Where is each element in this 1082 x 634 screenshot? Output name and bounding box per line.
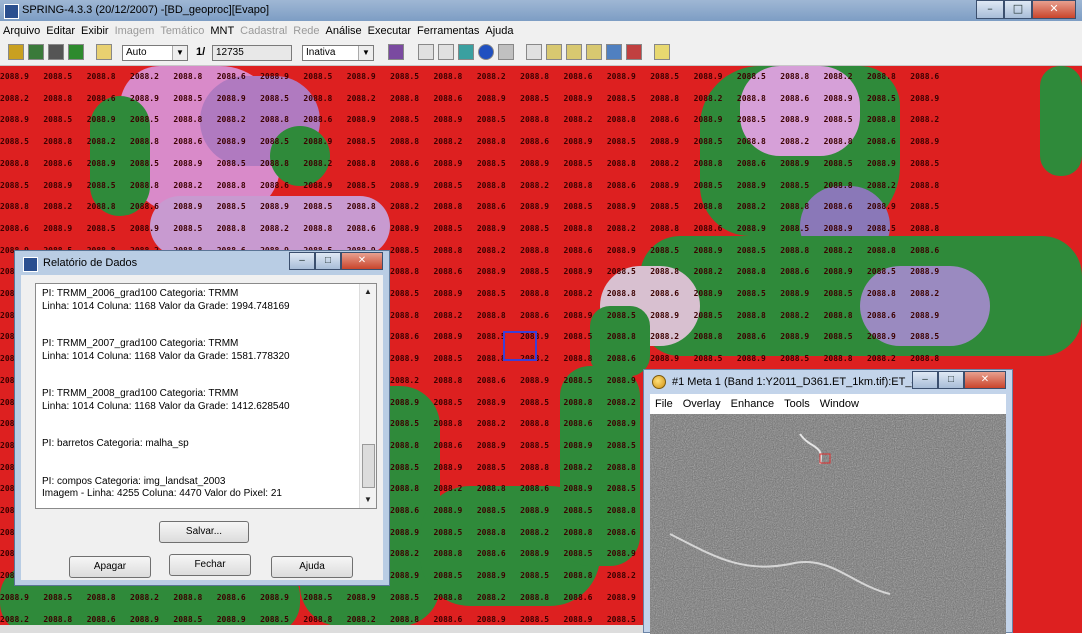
- dialog-body: PI: TRMM_2006_grad100 Categoria: TRMM Li…: [21, 275, 383, 580]
- layers-icon[interactable]: [28, 44, 44, 60]
- viewer-menu-bar: File Overlay Enhance Tools Window: [650, 394, 1006, 414]
- window-title: SPRING-4.3.3 (20/12/2007) -[BD_geoproc][…: [22, 4, 270, 16]
- stack-icon[interactable]: [48, 44, 64, 60]
- close-button[interactable]: ✕: [964, 371, 1006, 389]
- data-report-dialog: Relatório de Dados – □ ✕ PI: TRMM_2006_g…: [14, 250, 390, 586]
- scale-value: 12735: [216, 47, 244, 58]
- menu-cadastral[interactable]: Cadastral: [237, 25, 290, 37]
- status-value: Inativa: [306, 47, 336, 58]
- menu-analise[interactable]: Análise: [323, 25, 365, 37]
- report-scrollbar[interactable]: ▲ ▼: [359, 284, 376, 508]
- dialog-controls: – □ ✕: [289, 252, 383, 270]
- add-icon[interactable]: [438, 44, 454, 60]
- close-button[interactable]: ✕: [341, 252, 383, 270]
- menu-rede[interactable]: Rede: [290, 25, 322, 37]
- scroll-thumb[interactable]: [362, 444, 375, 488]
- save-button[interactable]: Salvar...: [159, 521, 249, 543]
- spring-app-icon: [23, 257, 38, 272]
- pointer-icon[interactable]: [498, 44, 514, 60]
- pan-icon[interactable]: [626, 44, 642, 60]
- scale-input[interactable]: 12735: [212, 45, 292, 61]
- scroll-down-icon[interactable]: ▼: [360, 492, 376, 508]
- cursor-icon[interactable]: [418, 44, 434, 60]
- viewer-menu-window[interactable]: Window: [815, 398, 864, 410]
- close-dialog-button[interactable]: Fechar: [169, 554, 251, 576]
- map-icon[interactable]: [96, 44, 112, 60]
- maximize-button[interactable]: □: [938, 371, 964, 389]
- clear-button[interactable]: Apagar: [69, 556, 151, 578]
- scale-prefix: 1/: [196, 46, 206, 58]
- maximize-button[interactable]: □: [315, 252, 341, 270]
- viewer-menu-tools[interactable]: Tools: [779, 398, 815, 410]
- viewer-menu-enhance[interactable]: Enhance: [726, 398, 779, 410]
- chevron-down-icon: ▼: [358, 46, 373, 60]
- viewer-title: #1 Meta 1 (Band 1:Y2011_D361.ET_1km.tif)…: [672, 376, 940, 388]
- menu-ajuda[interactable]: Ajuda: [482, 25, 516, 37]
- raster-image-graphic: [650, 414, 1006, 634]
- toolbar: Auto ▼ 1/ 12735 Inativa ▼: [0, 41, 1082, 66]
- menu-editar[interactable]: Editar: [43, 25, 78, 37]
- dialog-title: Relatório de Dados: [43, 257, 138, 269]
- help-button[interactable]: Ajuda: [271, 556, 353, 578]
- viewer-controls: – □ ✕: [912, 371, 1006, 389]
- minimize-button[interactable]: –: [289, 252, 315, 270]
- menu-bar: Arquivo Editar Exibir Imagem Temático MN…: [0, 21, 1082, 41]
- minimize-button[interactable]: –: [912, 371, 938, 389]
- move-icon[interactable]: [458, 44, 474, 60]
- menu-tematico[interactable]: Temático: [157, 25, 207, 37]
- minimize-button[interactable]: –: [976, 0, 1004, 19]
- main-titlebar: SPRING-4.3.3 (20/12/2007) -[BD_geoproc][…: [0, 0, 1082, 21]
- maximize-button[interactable]: □: [1004, 0, 1032, 19]
- chevron-down-icon: ▼: [172, 46, 187, 60]
- spring-app-icon: [4, 4, 19, 19]
- close-button[interactable]: ✕: [1032, 0, 1076, 19]
- status-strip: [0, 625, 643, 633]
- zoom-area-icon[interactable]: [586, 44, 602, 60]
- selected-cell-marker: [503, 331, 537, 361]
- viewer-menu-overlay[interactable]: Overlay: [678, 398, 726, 410]
- envi-app-icon: [652, 375, 666, 389]
- menu-imagem[interactable]: Imagem: [112, 25, 158, 37]
- help-icon[interactable]: [654, 44, 670, 60]
- paint-icon[interactable]: [68, 44, 84, 60]
- zoom-in-icon[interactable]: [546, 44, 562, 60]
- menu-mnt[interactable]: MNT: [207, 25, 237, 37]
- window-controls: – □ ✕: [976, 0, 1076, 19]
- status-select[interactable]: Inativa ▼: [302, 45, 374, 61]
- zoom-mode-value: Auto: [126, 47, 147, 58]
- menu-executar[interactable]: Executar: [365, 25, 414, 37]
- zoom-out-icon[interactable]: [566, 44, 582, 60]
- raster-image[interactable]: [650, 414, 1006, 634]
- menu-exibir[interactable]: Exibir: [78, 25, 112, 37]
- menu-arquivo[interactable]: Arquivo: [0, 25, 43, 37]
- menu-ferramentas[interactable]: Ferramentas: [414, 25, 482, 37]
- zoom-mode-select[interactable]: Auto ▼: [122, 45, 188, 61]
- back-icon[interactable]: [606, 44, 622, 60]
- report-textarea[interactable]: PI: TRMM_2006_grad100 Categoria: TRMM Li…: [35, 283, 377, 509]
- viewer-menu-file[interactable]: File: [650, 398, 678, 410]
- grid-icon[interactable]: [388, 44, 404, 60]
- report-text: PI: TRMM_2006_grad100 Categoria: TRMM Li…: [42, 288, 290, 499]
- info-icon[interactable]: [478, 44, 494, 60]
- scroll-up-icon[interactable]: ▲: [360, 284, 376, 300]
- line-tool-icon[interactable]: [526, 44, 542, 60]
- database-icon[interactable]: [8, 44, 24, 60]
- image-viewer-window: #1 Meta 1 (Band 1:Y2011_D361.ET_1km.tif)…: [643, 369, 1013, 634]
